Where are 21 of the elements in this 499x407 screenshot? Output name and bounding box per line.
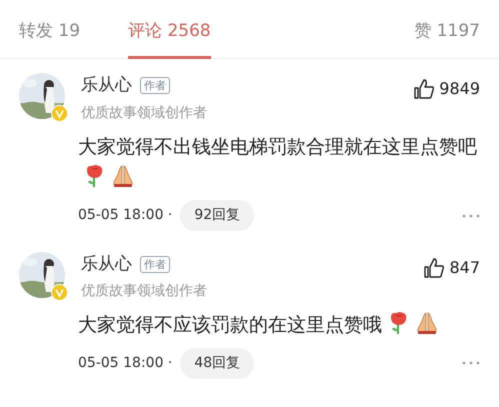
comment-text: 大家觉得不应该罚款的在这里点赞哦 [78,314,382,336]
author-tag: 作者 [140,77,170,94]
more-icon[interactable] [462,361,480,365]
author-tag: 作者 [140,256,170,273]
more-icon[interactable] [462,214,480,218]
thumbs-up-icon[interactable] [413,78,436,100]
comment-text: 大家觉得不出钱坐电梯罚款合理就在这里点赞吧 [78,136,477,158]
author-title: 优质故事领域创作者 [81,282,208,301]
reply-count-button[interactable]: 48回复 [180,348,254,378]
author-title: 优质故事领域创作者 [81,104,208,122]
like-count: 9849 [439,78,480,100]
author-name[interactable]: 乐从心 [81,73,132,98]
like-count: 847 [449,256,480,278]
thumbs-up-icon[interactable] [423,256,446,278]
praying-hands-icon [112,164,134,188]
praying-hands-icon [416,311,438,335]
reply-count-button[interactable]: 92回复 [180,200,254,231]
comment-time: 05-05 18:00 · [78,354,172,372]
tab[interactable]: 评论 2568 [128,0,211,59]
comment-time: 05-05 18:00 · [78,206,172,225]
author-name[interactable]: 乐从心 [81,252,132,277]
